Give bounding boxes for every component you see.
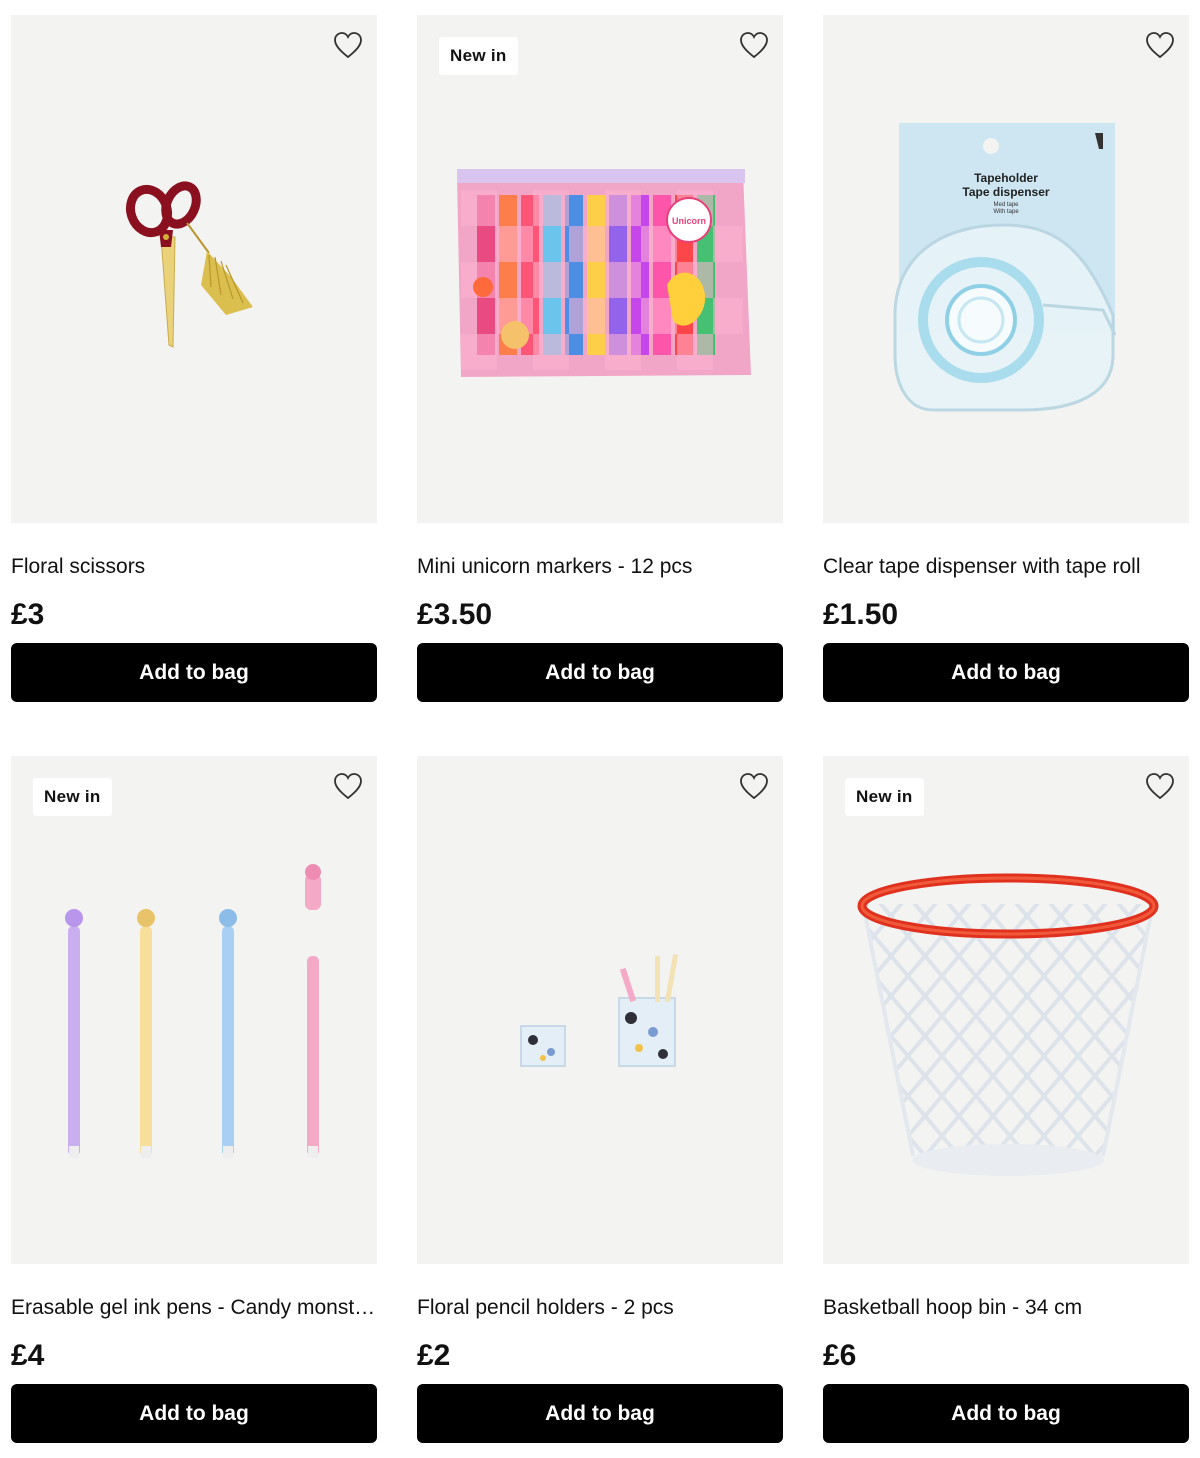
package-label-line1: Tapeholder: [974, 171, 1038, 185]
add-to-bag-button[interactable]: Add to bag: [823, 643, 1189, 702]
product-price: £1.50: [823, 598, 899, 631]
product-image[interactable]: [417, 756, 783, 1264]
product-card-mini-unicorn-markers[interactable]: Unicorn New in Mini unicorn markers - 12…: [417, 15, 783, 702]
heart-outline-icon[interactable]: [1145, 772, 1175, 800]
product-price: £3: [11, 598, 45, 631]
add-to-bag-button[interactable]: Add to bag: [11, 1384, 377, 1443]
product-card-floral-pencil-holders[interactable]: Floral pencil holders - 2 pcs £2 Add to …: [417, 756, 783, 1443]
heart-outline-icon[interactable]: [739, 31, 769, 59]
markers-pouch-image: Unicorn: [457, 169, 751, 377]
add-to-bag-button[interactable]: Add to bag: [11, 643, 377, 702]
package-label-line3: Med tape: [993, 202, 1019, 208]
product-title[interactable]: Clear tape dispenser with tape roll: [823, 553, 1189, 581]
product-card-floral-scissors[interactable]: Floral scissors £3 Add to bag: [11, 15, 377, 702]
product-card-clear-tape-dispenser[interactable]: Tapeholder Tape dispenser Med tape With …: [823, 15, 1189, 702]
gel-pens-image: [65, 864, 321, 1158]
heart-outline-icon[interactable]: [1145, 31, 1175, 59]
add-to-bag-button[interactable]: Add to bag: [417, 1384, 783, 1443]
heart-outline-icon[interactable]: [739, 772, 769, 800]
add-to-bag-button[interactable]: Add to bag: [823, 1384, 1189, 1443]
add-to-bag-button[interactable]: Add to bag: [417, 643, 783, 702]
pouch-label: Unicorn: [672, 216, 706, 226]
package-label-line2: Tape dispenser: [962, 185, 1049, 199]
tape-dispenser-image: Tapeholder Tape dispenser Med tape With …: [893, 123, 1117, 412]
new-in-badge: New in: [439, 37, 518, 75]
new-in-badge: New in: [33, 778, 112, 816]
product-image[interactable]: New in: [11, 756, 377, 1264]
heart-outline-icon[interactable]: [333, 772, 363, 800]
product-card-erasable-gel-ink-pens[interactable]: New in Erasable gel ink pens - Candy mon…: [11, 756, 377, 1443]
product-title[interactable]: Mini unicorn markers - 12 pcs: [417, 553, 783, 581]
product-image[interactable]: Tapeholder Tape dispenser Med tape With …: [823, 15, 1189, 523]
product-card-basketball-hoop-bin[interactable]: New in Basketball hoop bin - 34 cm £6 Ad…: [823, 756, 1189, 1443]
heart-outline-icon[interactable]: [333, 31, 363, 59]
product-price: £6: [823, 1339, 857, 1372]
new-in-badge: New in: [845, 778, 924, 816]
product-price: £3.50: [417, 598, 493, 631]
pencil-holders-image: [520, 954, 679, 1067]
scissors-image: [125, 181, 253, 348]
product-image[interactable]: New in: [823, 756, 1189, 1264]
product-title[interactable]: Basketball hoop bin - 34 cm: [823, 1294, 1189, 1322]
product-price: £2: [417, 1339, 451, 1372]
package-label-line4: With tape: [993, 209, 1019, 215]
product-title[interactable]: Floral scissors: [11, 553, 377, 581]
basketball-bin-image: [857, 873, 1159, 1176]
product-title[interactable]: Erasable gel ink pens - Candy monst…: [11, 1294, 377, 1322]
product-price: £4: [11, 1339, 45, 1372]
product-image[interactable]: [11, 15, 377, 523]
product-title[interactable]: Floral pencil holders - 2 pcs: [417, 1294, 783, 1322]
product-image[interactable]: Unicorn New in: [417, 15, 783, 523]
